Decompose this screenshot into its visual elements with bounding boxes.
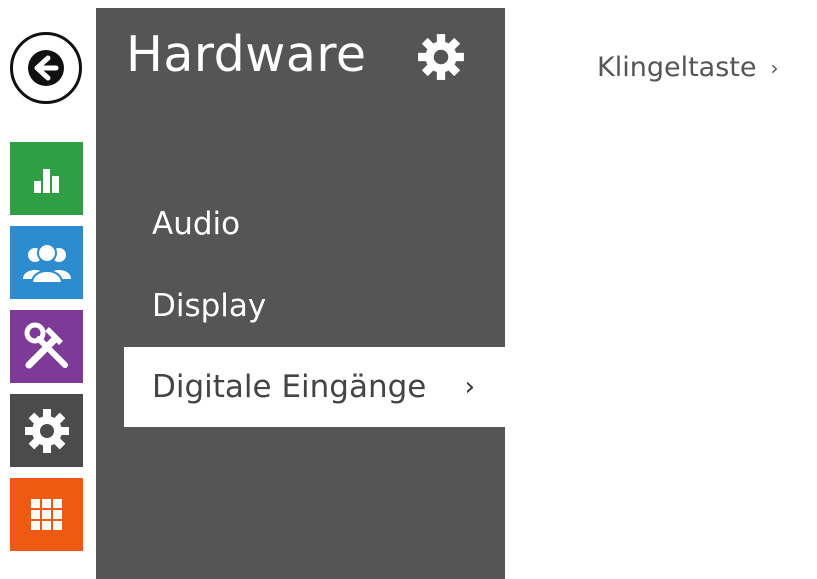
icon-rail <box>0 0 96 579</box>
menu-item-label: Display <box>152 288 267 324</box>
chevron-right-icon: › <box>464 372 475 402</box>
nav-hardware-tile[interactable] <box>10 394 83 467</box>
grid-icon <box>30 498 62 530</box>
nav-services-tile[interactable] <box>10 310 83 383</box>
menu-item-label: Digitale Eingänge <box>152 369 427 405</box>
chevron-right-icon: › <box>770 55 779 80</box>
nav-system-tile[interactable] <box>10 478 83 551</box>
arrow-left-icon <box>28 50 64 86</box>
settings-button[interactable] <box>416 32 466 86</box>
menu-title: Hardware <box>126 26 367 83</box>
gear-icon <box>24 408 69 453</box>
bar-chart-icon <box>33 168 59 193</box>
hammer-wrench-icon <box>24 322 68 368</box>
menu-item-digital-inputs[interactable]: Digitale Eingänge › <box>124 347 505 427</box>
back-button[interactable] <box>10 32 82 104</box>
submenu-link-label: Klingeltaste <box>597 52 757 83</box>
hardware-menu-panel: Hardware Audio Display Digitale Eingänge… <box>96 8 505 579</box>
gear-icon <box>418 34 464 80</box>
menu-item-label: Audio <box>152 206 241 242</box>
menu-item-audio[interactable]: Audio <box>124 184 505 264</box>
menu-item-display[interactable]: Display <box>124 266 505 346</box>
nav-status-tile[interactable] <box>10 142 83 215</box>
users-icon <box>22 242 71 284</box>
submenu-link-klingeltaste[interactable]: Klingeltaste › <box>597 52 778 83</box>
nav-directory-tile[interactable] <box>10 226 83 299</box>
